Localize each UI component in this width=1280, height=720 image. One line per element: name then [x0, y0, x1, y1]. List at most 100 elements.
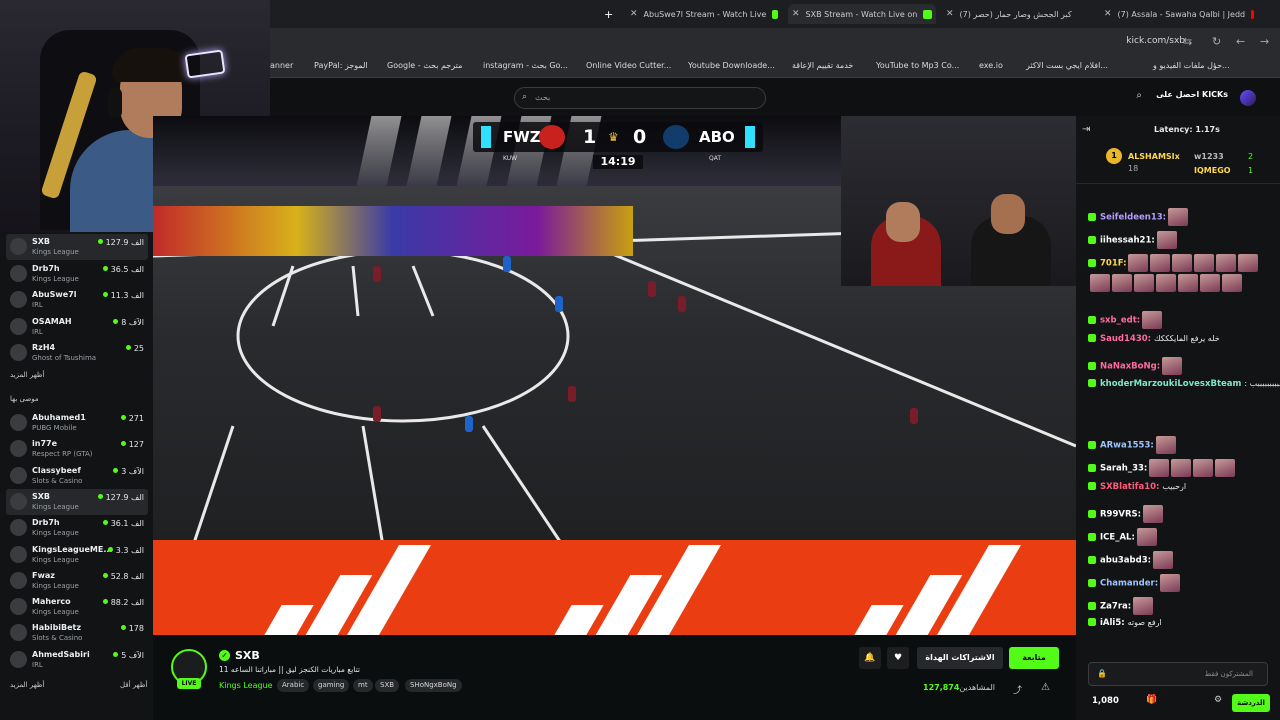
player	[568, 386, 576, 402]
sidebar-channel[interactable]: SXB Kings League 127.9 الف	[6, 234, 148, 260]
reload-icon[interactable]: ↻	[1212, 35, 1221, 48]
home-score: 1	[583, 126, 597, 148]
chat-username[interactable]: Sarah_33:	[1100, 464, 1147, 474]
player	[910, 408, 918, 424]
bookmark-item[interactable]: anner	[270, 61, 293, 70]
chat-username[interactable]: SXBlatifa10:	[1100, 482, 1159, 492]
browser-tab-active[interactable]: ✕ SXB Stream - Watch Live on	[788, 4, 936, 24]
badge-icon	[1088, 258, 1096, 267]
share-icon[interactable]: ⤴	[1013, 683, 1022, 696]
browser-tab[interactable]: ✕ (7) Assala - Sawaha Qalbi | Jedd	[1104, 4, 1254, 24]
follow-button[interactable]: متابعة	[1009, 647, 1059, 669]
search-input[interactable]: ⌕ بحث	[514, 87, 766, 109]
sidebar-channel[interactable]: SXB Kings League 127.9 الف	[6, 488, 148, 515]
bookmark-item[interactable]: YouTube to Mp3 Co...	[876, 61, 959, 70]
bookmark-item[interactable]: Youtube Downloade...	[688, 61, 775, 70]
chat-username[interactable]: sxb_edt:	[1100, 316, 1140, 326]
close-icon[interactable]: ✕	[630, 9, 638, 19]
show-less-link[interactable]: أظهر أقل	[120, 681, 147, 689]
bookmark-item[interactable]: PayPal: الموجز	[314, 61, 368, 70]
video-player[interactable]: FWZ 1 ♛ 0 ABO 14:19 KUW QAT	[153, 116, 1076, 635]
avatar[interactable]	[1240, 90, 1256, 106]
bookmark-item[interactable]: instagram - بحث Go...	[483, 61, 568, 70]
chat-username[interactable]: abu3abd3:	[1100, 556, 1151, 566]
chat-username[interactable]: NaNaxBoNg:	[1100, 362, 1160, 372]
chat-username[interactable]: iihessah21:	[1100, 236, 1155, 246]
sidebar-channel[interactable]: AbuSwe7l IRL 11.3 الف	[6, 287, 148, 313]
chat-message: Saud1430: خله يرفع المايكككك	[1088, 334, 1220, 344]
tag[interactable]: mt	[353, 679, 373, 692]
player	[503, 256, 511, 272]
new-tab-button[interactable]: +	[604, 4, 613, 24]
streamer-hair	[112, 48, 190, 82]
chat-username[interactable]: ARwa1553:	[1100, 441, 1154, 451]
tag[interactable]: SHoNgxBoNg	[405, 679, 462, 692]
search-icon[interactable]: ⌕	[1136, 90, 1142, 101]
bookmark-label: YouTube to Mp3 Co...	[876, 61, 960, 70]
emote-icon	[1090, 274, 1110, 292]
tag[interactable]: gaming	[313, 679, 350, 692]
collapse-chat-icon[interactable]: ⇥	[1082, 124, 1090, 135]
chat-username[interactable]: Saud1430:	[1100, 334, 1151, 344]
chat-username[interactable]: ICE_AL:	[1100, 533, 1135, 543]
show-more-link[interactable]: أظهر المزيد	[10, 371, 44, 379]
badge-icon	[1088, 212, 1096, 221]
back-icon[interactable]: ←	[1236, 35, 1245, 48]
browser-tab[interactable]: ✕ AbuSwe7l Stream - Watch Live	[630, 4, 778, 24]
chat-username[interactable]: khoderMarzoukiLovesxBteam	[1100, 379, 1241, 389]
heart-icon[interactable]: ♥	[887, 647, 909, 669]
sidebar-channel[interactable]: Drb7h Kings League 36.5 الف	[6, 261, 148, 287]
leader-count: 2	[1248, 152, 1254, 161]
chat-text: ارحبيب	[1162, 482, 1187, 491]
emote-icon	[1194, 254, 1215, 272]
sidebar-channel[interactable]: Abuhamed1 PUBG Mobile 271	[6, 410, 148, 436]
sidebar-channel[interactable]: KingsLeagueME... Kings League 3.3 الف	[6, 542, 148, 568]
settings-icon[interactable]: ⚙	[1214, 695, 1222, 705]
browser-tab[interactable]: ✕ (7) كبر الجحش وصار حمار (حصر	[946, 4, 1096, 24]
bookmark-item[interactable]: خدمة تقييم الإعاقة	[792, 61, 853, 70]
bookmark-item[interactable]: Google - مترجم بحث	[387, 61, 462, 70]
chat-input[interactable]: 🔒 المشتركون فقط	[1088, 662, 1268, 686]
streamer-name[interactable]: SXB	[235, 649, 260, 662]
close-icon[interactable]: ✕	[792, 9, 800, 19]
chat-username[interactable]: Za7ra:	[1100, 602, 1131, 612]
bookmark-item[interactable]: افلام ايجي بست الاكثر...	[1026, 61, 1108, 70]
sidebar-channel[interactable]: OSAMAH IRL 8 الآف	[6, 314, 148, 340]
bookmark-item[interactable]: حؤل ملفات الفيديو و...	[1153, 61, 1230, 70]
chat-username[interactable]: R99VRS:	[1100, 510, 1141, 520]
sidebar-channel[interactable]: AhmedSabiri IRL 5 الآف	[6, 647, 148, 673]
report-icon[interactable]: ⚠	[1041, 682, 1050, 693]
sidebar-channel[interactable]: HabibiBetz Slots & Casino 178	[6, 620, 148, 646]
tag[interactable]: SXB	[375, 679, 400, 692]
viewer-count: 25	[126, 344, 144, 353]
sidebar-channel[interactable]: Fwaz Kings League 52.8 الف	[6, 568, 148, 594]
chat-username[interactable]: 701F:	[1100, 259, 1126, 269]
notification-bell-icon[interactable]: 🔔	[859, 647, 881, 669]
sidebar-channel[interactable]: Maherco Kings League 88.2 الف	[6, 594, 148, 620]
sidebar-channel[interactable]: RzH4 Ghost of Tsushima 25	[6, 340, 148, 366]
gift-subscriptions-button[interactable]: الاشتراكات الهداة	[917, 647, 1003, 669]
bookmark-item[interactable]: Online Video Cutter...	[586, 61, 671, 70]
show-more-link[interactable]: أظهر المزيد	[10, 681, 44, 689]
viewer-count: 3 الآف	[113, 467, 144, 476]
close-icon[interactable]: ✕	[946, 9, 954, 19]
chat-send-button[interactable]: الدردشة	[1232, 694, 1270, 712]
sidebar-channel[interactable]: Drb7h Kings League 36.1 الف	[6, 515, 148, 541]
channel-category: Respect RP (GTA)	[32, 450, 93, 459]
match-clock: 14:19	[593, 155, 643, 169]
tag[interactable]: Arabic	[277, 679, 310, 692]
forward-icon[interactable]: →	[1260, 35, 1269, 48]
leader-count: 1	[1248, 166, 1254, 175]
close-icon[interactable]: ✕	[1104, 9, 1112, 19]
sidebar-channel[interactable]: Classybeef Slots & Casino 3 الآف	[6, 463, 148, 489]
chat-username[interactable]: iAli5:	[1100, 618, 1125, 628]
get-kicks-button[interactable]: احصل على KICKs	[1156, 90, 1228, 99]
chat-username[interactable]: Chamander:	[1100, 579, 1158, 589]
sidebar-channel[interactable]: in77e Respect RP (GTA) 127	[6, 436, 148, 462]
url-field[interactable]: kick.com/sxb	[1126, 36, 1185, 46]
gift-icon[interactable]: 🎁	[1146, 695, 1157, 705]
stream-category[interactable]: Kings League	[219, 681, 273, 690]
settings-icon[interactable]: ⇆	[1183, 35, 1192, 48]
chat-username[interactable]: Seifeldeen13:	[1100, 213, 1166, 223]
bookmark-item[interactable]: exe.io	[979, 61, 1003, 70]
